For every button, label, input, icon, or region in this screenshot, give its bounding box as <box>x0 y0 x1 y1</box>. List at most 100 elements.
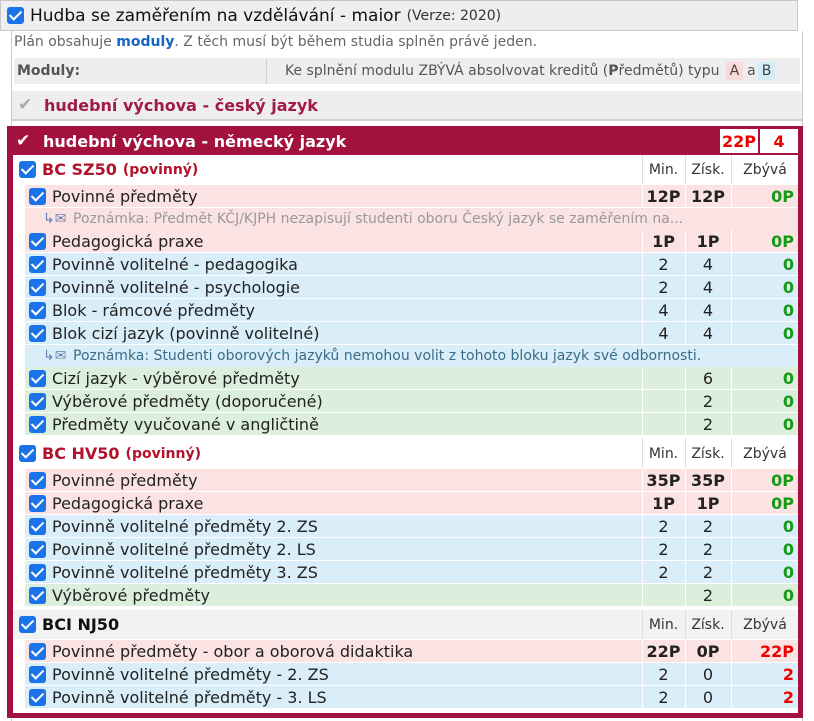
module-cesky-jazyk[interactable]: ✔ hudební výchova - český jazyk <box>12 91 802 121</box>
requirement-row: Cizí jazyk - výběrové předměty 6 0 <box>25 367 798 390</box>
col-got: 2 <box>685 561 730 584</box>
col-got: 35P <box>685 469 730 492</box>
col-min <box>642 413 684 436</box>
requirement-checkbox[interactable] <box>29 415 46 433</box>
col-left: 0P <box>731 492 798 515</box>
col-left: 0P <box>731 469 798 492</box>
col-left: 0 <box>731 413 798 436</box>
requirement-checkbox[interactable] <box>29 642 46 660</box>
col-got: 12P <box>685 185 730 208</box>
group-header: BC HV50 (povinný) Min. Získ. Zbývá <box>13 439 798 468</box>
col-min: 2 <box>642 515 684 538</box>
requirement-checkbox[interactable] <box>29 324 46 342</box>
requirement-label[interactable]: Výběrové předměty (doporučené) <box>52 392 323 411</box>
type-a-badge: A <box>725 62 744 80</box>
col-got: 4 <box>685 276 730 299</box>
requirement-label[interactable]: Pedagogická praxe <box>52 494 203 513</box>
note-text: Poznámka: Studenti oborových jazyků nemo… <box>73 348 702 364</box>
requirement-label[interactable]: Povinně volitelné předměty - 2. ZS <box>52 665 329 684</box>
plan-checkbox[interactable] <box>7 7 24 24</box>
column-header-min: Min. <box>642 610 684 639</box>
group-header: BCI NJ50 Min. Získ. Zbývá <box>13 610 798 639</box>
requirement-row: Povinně volitelné předměty - 2. ZS 2 0 2 <box>25 663 798 686</box>
group-tag: (povinný) <box>125 445 201 462</box>
requirement-label[interactable]: Povinně volitelné předměty 3. ZS <box>52 563 318 582</box>
col-min: 4 <box>642 322 684 345</box>
group-name: BC SZ50 <box>42 160 117 179</box>
requirement-checkbox[interactable] <box>29 369 46 387</box>
col-left: 0 <box>731 276 798 299</box>
requirement-checkbox[interactable] <box>29 301 46 319</box>
module-nemecky-jazyk: ✔ hudební výchova - německý jazyk 22P 4 … <box>7 126 803 718</box>
modules-label: Moduly: <box>17 63 81 79</box>
requirement-label[interactable]: Povinné předměty <box>52 187 198 206</box>
requirement-checkbox[interactable] <box>29 187 46 205</box>
requirement-checkbox[interactable] <box>29 232 46 250</box>
requirement-row: Blok cizí jazyk (povinně volitelné) 4 4 0 <box>25 322 798 345</box>
col-min: 4 <box>642 299 684 322</box>
group-name: BCI NJ50 <box>42 615 120 634</box>
col-left: 22P <box>731 640 798 663</box>
requirement-row: Povinně volitelné předměty - 3. LS 2 0 2 <box>25 686 798 709</box>
requirement-label[interactable]: Předměty vyučované v angličtině <box>52 415 319 434</box>
requirement-label[interactable]: Povinně volitelné - psychologie <box>52 278 300 297</box>
requirement-label[interactable]: Výběrové předměty <box>52 586 210 605</box>
requirement-checkbox[interactable] <box>29 278 46 296</box>
requirement-label[interactable]: Blok cizí jazyk (povinně volitelné) <box>52 324 319 343</box>
modules-link[interactable]: moduly <box>116 34 174 50</box>
requirement-checkbox[interactable] <box>29 471 46 489</box>
requirement-label[interactable]: Povinné předměty - obor a oborová didakt… <box>52 642 413 661</box>
requirement-row: Povinně volitelné předměty 3. ZS 2 2 0 <box>25 561 798 584</box>
col-left: 2 <box>731 663 798 686</box>
requirement-row: Povinné předměty - obor a oborová didakt… <box>25 640 798 663</box>
requirement-row: Povinně volitelné - pedagogika 2 4 0 <box>25 253 798 276</box>
requirement-label[interactable]: Povinně volitelné předměty - 3. LS <box>52 688 327 707</box>
requirement-checkbox[interactable] <box>29 586 46 604</box>
col-min: 2 <box>642 561 684 584</box>
requirement-checkbox[interactable] <box>29 494 46 512</box>
note-row: ↳✉ Poznámka: Předmět KČJ/KJPH nezapisují … <box>25 208 798 230</box>
col-left: 0P <box>731 230 798 253</box>
group-tag: (povinný) <box>122 161 199 178</box>
plan-title: Hudba se zaměřením na vzdělávání - maior <box>30 5 401 26</box>
requirement-label[interactable]: Blok - rámcové předměty <box>52 301 255 320</box>
requirement-row: Povinně volitelné předměty 2. LS 2 2 0 <box>25 538 798 561</box>
col-got: 4 <box>685 299 730 322</box>
col-left: 0 <box>731 584 798 607</box>
col-got: 2 <box>685 390 730 413</box>
requirement-label[interactable]: Cizí jazyk - výběrové předměty <box>52 369 300 388</box>
requirement-checkbox[interactable] <box>29 255 46 273</box>
group-checkbox[interactable] <box>19 616 36 633</box>
col-min <box>642 390 684 413</box>
requirement-checkbox[interactable] <box>29 665 46 683</box>
requirement-label[interactable]: Pedagogická praxe <box>52 232 203 251</box>
requirement-checkbox[interactable] <box>29 688 46 706</box>
column-header-left: Zbývá <box>731 155 798 184</box>
note-row: ↳✉ Poznámka: Studenti oborových jazyků ne… <box>25 345 798 367</box>
group-header: BC SZ50 (povinný) Min. Získ. Zbývá <box>13 155 798 184</box>
plan-version: (Verze: 2020) <box>406 7 502 24</box>
remaining-count-badge: 4 <box>760 129 798 153</box>
col-got: 2 <box>685 584 730 607</box>
requirement-label[interactable]: Povinně volitelné předměty 2. ZS <box>52 517 318 536</box>
requirement-checkbox[interactable] <box>29 517 46 535</box>
requirement-label[interactable]: Povinně volitelné - pedagogika <box>52 255 298 274</box>
col-min: 2 <box>642 253 684 276</box>
col-got: 1P <box>685 230 730 253</box>
group-checkbox[interactable] <box>19 161 36 178</box>
requirement-label[interactable]: Povinné předměty <box>52 471 198 490</box>
requirement-label[interactable]: Povinně volitelné předměty 2. LS <box>52 540 316 559</box>
requirement-row: Pedagogická praxe 1P 1P 0P <box>25 492 798 515</box>
requirement-checkbox[interactable] <box>29 392 46 410</box>
column-header-got: Získ. <box>685 610 730 639</box>
column-header-left: Zbývá <box>731 610 798 639</box>
module-header[interactable]: ✔ hudební výchova - německý jazyk 22P 4 <box>7 126 803 156</box>
requirement-checkbox[interactable] <box>29 540 46 558</box>
col-min: 35P <box>642 469 684 492</box>
col-left: 0 <box>731 390 798 413</box>
note-arrow-icon: ↳✉ <box>43 348 67 364</box>
group-checkbox[interactable] <box>19 445 36 462</box>
col-got: 4 <box>685 253 730 276</box>
module-name: hudební výchova - německý jazyk <box>43 131 347 151</box>
requirement-checkbox[interactable] <box>29 563 46 581</box>
